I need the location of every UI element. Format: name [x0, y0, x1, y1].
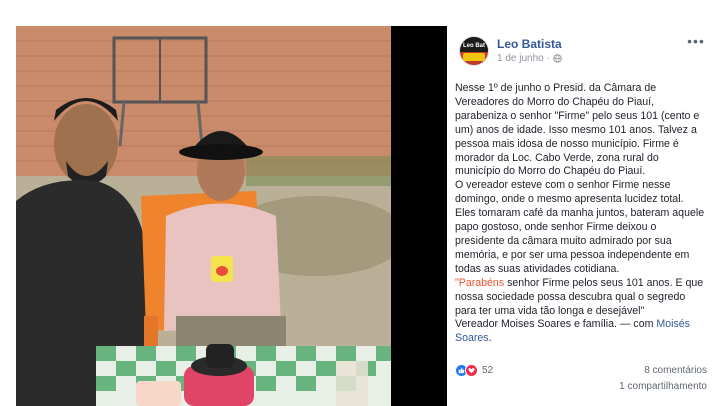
photo-illustration [16, 26, 391, 406]
post-header: Leo Bat Leo Batista 1 de junho · ••• [459, 34, 705, 82]
photo-viewer[interactable] [16, 26, 447, 406]
shares-link[interactable]: 1 compartilhamento [619, 381, 707, 392]
signature-text: Vereador Moises Soares e família. — com [455, 318, 657, 331]
love-icon [465, 364, 478, 377]
signature-end: . [488, 332, 492, 345]
more-options-button[interactable]: ••• [687, 34, 705, 52]
avatar-badge [463, 53, 485, 61]
globe-icon[interactable] [553, 54, 562, 63]
post-footer: 52 8 comentários 1 compartilhamento [455, 362, 707, 402]
post-paragraph-3: "Parabéns senhor Firme pelos seus 101 an… [455, 277, 707, 319]
post-date[interactable]: 1 de junho [497, 53, 544, 64]
post-body: Nesse 1º de junho o Presid. da Câmara de… [455, 82, 707, 346]
post-meta: 1 de junho · [497, 53, 562, 64]
avatar[interactable]: Leo Bat [459, 36, 489, 66]
post-paragraph-4: Vereador Moises Soares e família. — com … [455, 318, 707, 346]
comments-link[interactable]: 8 comentários [644, 365, 707, 376]
post-panel: Leo Bat Leo Batista 1 de junho · ••• Nes… [447, 26, 717, 406]
author-name[interactable]: Leo Batista [497, 37, 562, 51]
avatar-text: Leo Bat [462, 43, 485, 49]
facebook-photo-theater: Leo Bat Leo Batista 1 de junho · ••• Nes… [0, 0, 717, 406]
meta-separator: · [546, 53, 551, 64]
post-paragraph-1: Nesse 1º de junho o Presid. da Câmara de… [455, 82, 700, 178]
post-photo[interactable] [16, 26, 391, 406]
post-paragraph-2: O vereador esteve com o senhor Firme nes… [455, 179, 705, 275]
reactions-summary[interactable]: 52 [455, 364, 493, 377]
reaction-count: 52 [482, 365, 494, 376]
highlight-text: Parabéns [458, 276, 505, 289]
